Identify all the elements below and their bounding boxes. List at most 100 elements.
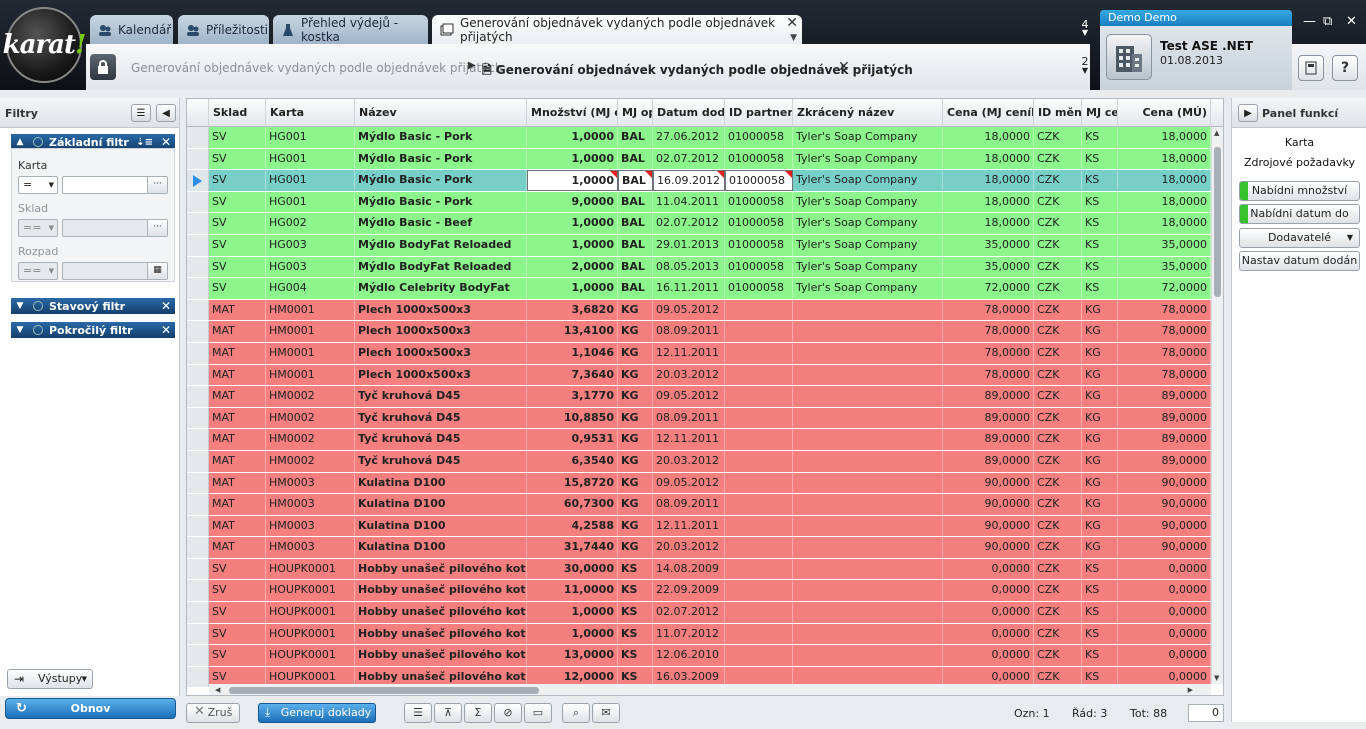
cell-cena-mj-ceniku[interactable]: 0,0000 (943, 623, 1034, 645)
crumb-counter-arrow[interactable]: ▼ (1079, 66, 1091, 75)
cell-sklad[interactable]: SV (209, 256, 266, 278)
cell-cena-mu[interactable]: 18,0000 (1118, 191, 1211, 213)
cell-cena-mu[interactable]: 89,0000 (1118, 386, 1211, 407)
suppliers-dropdown[interactable]: Dodavatelé (1239, 228, 1360, 248)
cell-cena-mj-ceniku[interactable]: 18,0000 (943, 170, 1034, 191)
cell-nazev[interactable]: Kulatina D100 (355, 515, 527, 537)
table-row[interactable]: SV HG001 Mýdlo Basic - Pork 1,0000 BAL 02.07.… (187, 148, 1211, 171)
cell-datum-dodani[interactable]: 09.05.2012 (653, 386, 725, 407)
tab-prehled-vydeju[interactable]: Přehled výdejů - kostka (273, 15, 428, 44)
expand-icon[interactable]: ▼ (11, 301, 29, 311)
cell-mj-cen[interactable]: KS (1082, 602, 1118, 623)
cell-nazev[interactable]: Mýdlo BodyFat Reloaded (355, 234, 527, 256)
cell-datum-dodani[interactable]: 12.11.2011 (653, 342, 725, 364)
cell-mj-cen[interactable]: KG (1082, 299, 1118, 321)
horizontal-scroll-thumb[interactable] (229, 687, 539, 694)
cell-nazev[interactable]: Mýdlo Basic - Pork (355, 191, 527, 213)
cell-mj-cen[interactable]: KG (1082, 472, 1118, 494)
scroll-right-icon[interactable]: ▶ (1188, 686, 1193, 694)
goto-row-input[interactable]: 0 (1188, 704, 1224, 722)
table-row[interactable]: MAT HM0002 Tyč kruhová D45 6,3540 KG 20.03.20… (187, 450, 1211, 473)
table-row[interactable]: SV HG003 Mýdlo BodyFat Reloaded 1,0000 BAL 29… (187, 234, 1211, 257)
cell-mnozstvi[interactable]: 9,0000 (527, 191, 618, 213)
column-header-nazev[interactable]: Název (355, 99, 527, 127)
cell-mj-cen[interactable]: KG (1082, 364, 1118, 386)
cell-cena-mj-ceniku[interactable]: 18,0000 (943, 127, 1034, 148)
row-indicator[interactable] (187, 321, 209, 342)
cell-id-partnera[interactable]: 01000058 (725, 170, 793, 191)
row-indicator[interactable] (187, 429, 209, 450)
cell-sklad[interactable]: SV (209, 278, 266, 299)
cell-mnozstvi[interactable]: 6,3540 (527, 450, 618, 472)
cell-nazev[interactable]: Tyč kruhová D45 (355, 386, 527, 407)
cell-karta[interactable]: HG001 (266, 148, 355, 170)
table-row[interactable]: SV HG003 Mýdlo BodyFat Reloaded 2,0000 BAL 08… (187, 256, 1211, 279)
cell-id-meny[interactable]: CZK (1034, 494, 1082, 515)
cell-datum-dodani[interactable]: 02.07.2012 (653, 602, 725, 623)
cell-mnozstvi[interactable]: 3,1770 (527, 386, 618, 407)
row-indicator[interactable] (187, 278, 209, 299)
cell-mnozstvi[interactable]: 10,8850 (527, 407, 618, 429)
cell-nazev[interactable]: Tyč kruhová D45 (355, 429, 527, 450)
cell-cena-mu[interactable]: 0,0000 (1118, 623, 1211, 645)
table-row[interactable]: SV HG001 Mýdlo Basic - Pork 9,0000 BAL 11.04.… (187, 191, 1211, 214)
cell-id-meny[interactable]: CZK (1034, 580, 1082, 602)
cell-datum-dodani[interactable]: 11.04.2011 (653, 191, 725, 213)
row-indicator[interactable] (187, 645, 209, 666)
cell-datum-dodani[interactable]: 02.07.2012 (653, 148, 725, 170)
cell-cena-mj-ceniku[interactable]: 0,0000 (943, 580, 1034, 602)
lock-icon[interactable] (90, 54, 116, 80)
browse-button[interactable]: ··· (147, 177, 167, 193)
cell-id-meny[interactable]: CZK (1034, 364, 1082, 386)
cell-cena-mj-ceniku[interactable]: 90,0000 (943, 494, 1034, 515)
cell-nazev[interactable]: Hobby unašeč pilového kotouče (355, 558, 527, 580)
cell-nazev[interactable]: Kulatina D100 (355, 494, 527, 515)
collapse-icon[interactable]: ▲ (11, 137, 29, 147)
cell-mnozstvi[interactable]: 13,0000 (527, 645, 618, 666)
cell-id-partnera[interactable] (725, 558, 793, 580)
cell-id-partnera[interactable] (725, 645, 793, 666)
tab-menu-icon[interactable]: ▼ (790, 33, 797, 43)
cell-mj-op[interactable]: KS (618, 645, 653, 666)
cell-datum-dodani[interactable]: 14.08.2009 (653, 558, 725, 580)
cell-cena-mu[interactable]: 18,0000 (1118, 213, 1211, 234)
cell-id-meny[interactable]: CZK (1034, 342, 1082, 364)
cell-cena-mu[interactable]: 78,0000 (1118, 342, 1211, 364)
cell-mnozstvi[interactable]: 1,0000 (527, 623, 618, 645)
cell-cena-mj-ceniku[interactable]: 0,0000 (943, 602, 1034, 623)
cell-sklad[interactable]: MAT (209, 429, 266, 450)
column-header-datum-dodani[interactable]: Datum dodán (653, 99, 725, 127)
cell-id-meny[interactable]: CZK (1034, 256, 1082, 278)
cell-id-partnera[interactable]: 01000058 (725, 191, 793, 213)
cell-nazev[interactable]: Mýdlo Basic - Pork (355, 127, 527, 148)
cell-mnozstvi[interactable]: 1,0000 (527, 278, 618, 299)
vystupy-dropdown[interactable]: Výstupy (7, 669, 93, 689)
cell-cena-mu[interactable]: 72,0000 (1118, 278, 1211, 299)
cell-cena-mj-ceniku[interactable]: 89,0000 (943, 429, 1034, 450)
cell-mj-cen[interactable]: KS (1082, 170, 1118, 191)
cell-sklad[interactable]: SV (209, 558, 266, 580)
cell-mj-op[interactable]: BAL (618, 234, 653, 256)
cell-cena-mu[interactable]: 35,0000 (1118, 256, 1211, 278)
cell-mj-op[interactable]: KG (618, 494, 653, 515)
cell-karta[interactable]: HOUPK0001 (266, 580, 355, 602)
cell-cena-mu[interactable]: 78,0000 (1118, 364, 1211, 386)
cell-mj-op[interactable]: BAL (618, 170, 653, 191)
cell-nazev[interactable]: Hobby unašeč pilového kotouče (355, 623, 527, 645)
cell-nazev[interactable]: Tyč kruhová D45 (355, 407, 527, 429)
cell-mnozstvi[interactable]: 11,0000 (527, 580, 618, 602)
cell-karta[interactable]: HM0002 (266, 386, 355, 407)
cell-id-meny[interactable]: CZK (1034, 278, 1082, 299)
close-icon[interactable]: ✕ (161, 299, 171, 313)
row-indicator[interactable] (187, 580, 209, 602)
cell-nazev[interactable]: Plech 1000x500x3 (355, 321, 527, 342)
cell-mnozstvi[interactable]: 1,0000 (527, 148, 618, 170)
cell-cena-mj-ceniku[interactable]: 78,0000 (943, 364, 1034, 386)
cell-mj-op[interactable]: KG (618, 515, 653, 537)
row-indicator[interactable] (187, 666, 209, 688)
cell-mj-cen[interactable]: KG (1082, 515, 1118, 537)
cell-mj-cen[interactable]: KG (1082, 450, 1118, 472)
cell-cena-mj-ceniku[interactable]: 78,0000 (943, 321, 1034, 342)
cell-karta[interactable]: HM0003 (266, 494, 355, 515)
cell-mj-cen[interactable]: KG (1082, 386, 1118, 407)
